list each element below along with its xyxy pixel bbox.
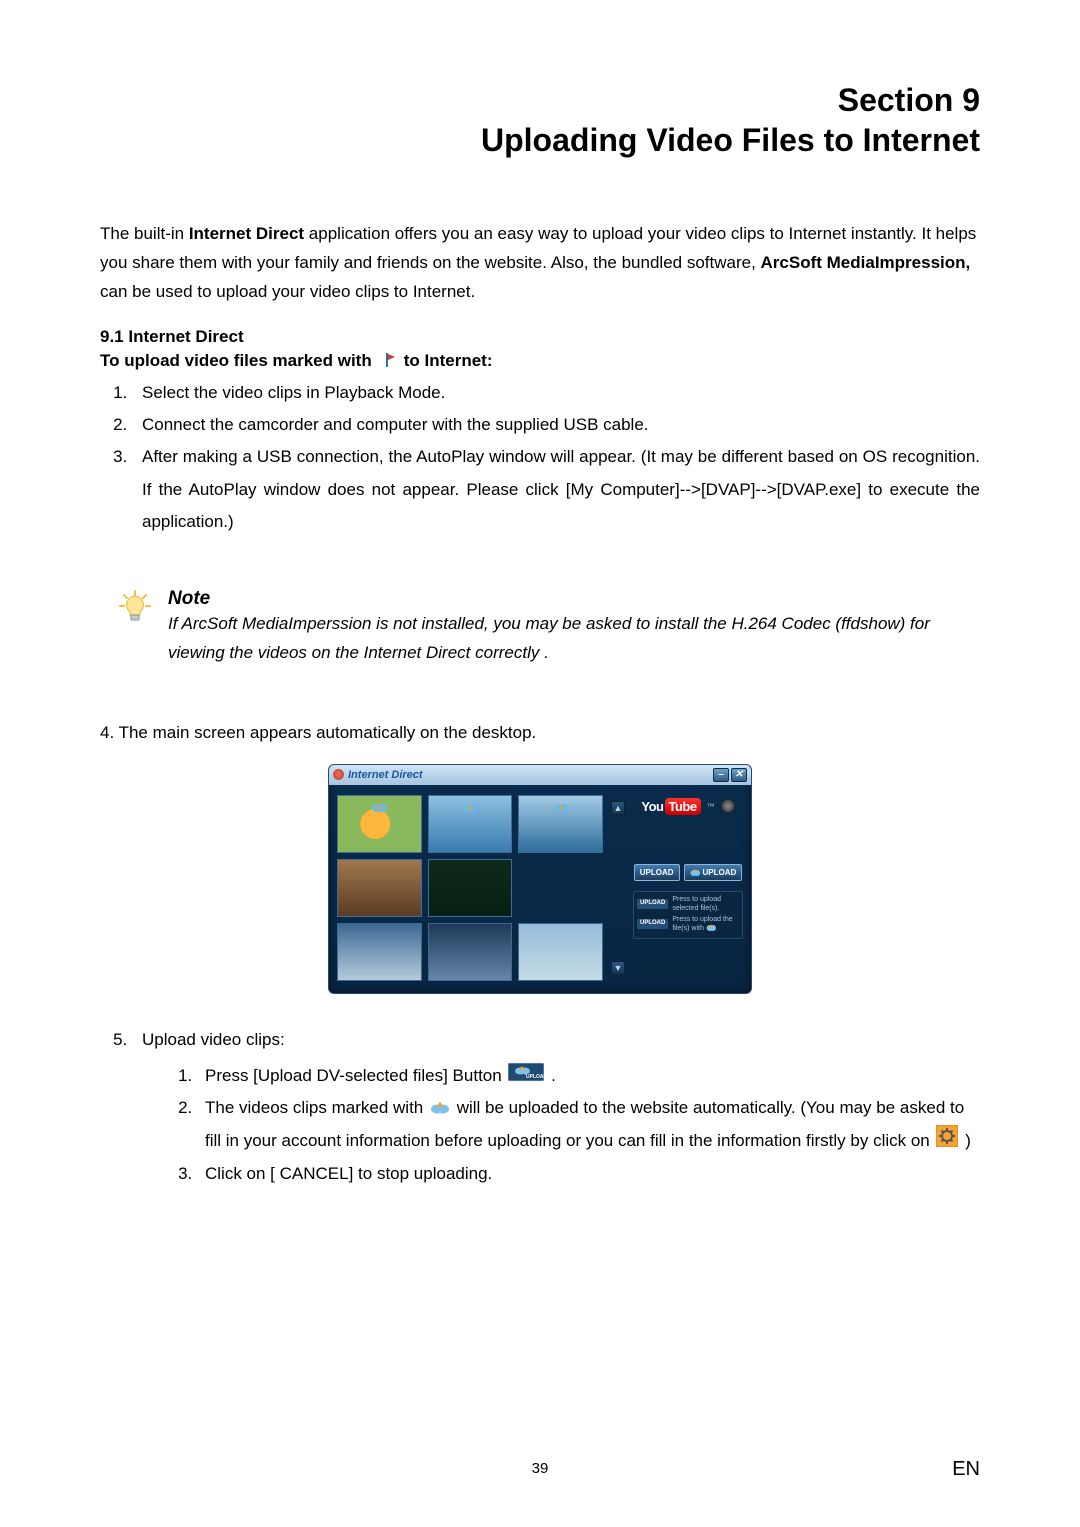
cloud-mark-icon <box>430 1093 450 1125</box>
close-icon[interactable]: ✕ <box>731 768 747 782</box>
mini-upload-dv-icon: UPLOAD <box>637 919 668 929</box>
hint-box: UPLOADPress to upload selected file(s). … <box>633 891 743 939</box>
steps-list-2: Upload video clips: Press [Upload DV-sel… <box>132 1024 980 1191</box>
minimize-icon[interactable]: – <box>713 768 729 782</box>
settings-inline-icon <box>936 1125 958 1158</box>
note-block: Note If ArcSoft MediaImperssion is not i… <box>118 588 980 668</box>
scroll-down-icon[interactable]: ▼ <box>611 961 625 975</box>
globe-icon <box>333 769 344 780</box>
section-title: Uploading Video Files to Internet <box>481 122 980 158</box>
thumb[interactable] <box>518 795 603 853</box>
section-label: Section 9 <box>838 82 980 118</box>
step-5: Upload video clips: Press [Upload DV-sel… <box>132 1024 980 1191</box>
thumb[interactable] <box>337 859 422 917</box>
flag-icon <box>380 351 396 371</box>
youtube-logo: YouTube ™ <box>633 799 743 814</box>
step-4: 4. The main screen appears automatically… <box>100 718 980 749</box>
scroll-up-icon[interactable]: ▲ <box>611 801 625 815</box>
thumb[interactable] <box>428 859 513 917</box>
upload-button[interactable]: UPLOAD <box>634 864 680 881</box>
substep-2: The videos clips marked with will be upl… <box>197 1092 980 1158</box>
cloud-icon <box>553 799 569 809</box>
brand-internet-direct: Internet Direct <box>189 224 304 243</box>
subsection-instruction: To upload video files marked with to Int… <box>100 351 980 371</box>
cloud-icon <box>462 799 478 809</box>
section-header: Section 9 Uploading Video Files to Inter… <box>100 80 980 160</box>
substep-3: Click on [ CANCEL] to stop uploading. <box>197 1158 980 1190</box>
page-number: 39 <box>0 1460 1080 1477</box>
step-2: Connect the camcorder and computer with … <box>132 409 980 441</box>
substep-1: Press [Upload DV-selected files] Button … <box>197 1060 980 1093</box>
intro-paragraph: The built-in Internet Direct application… <box>100 220 980 307</box>
substeps-list: Press [Upload DV-selected files] Button … <box>197 1060 980 1191</box>
app-title: Internet Direct <box>348 769 423 781</box>
brand-arcsoft: ArcSoft MediaImpression, <box>761 253 971 272</box>
step-1: Select the video clips in Playback Mode. <box>132 377 980 409</box>
cloud-icon <box>371 799 387 809</box>
thumb[interactable] <box>337 923 422 981</box>
thumb[interactable] <box>428 923 513 981</box>
app-titlebar: Internet Direct – ✕ <box>329 765 751 785</box>
subsection-title: 9.1 Internet Direct <box>100 327 980 347</box>
steps-list: Select the video clips in Playback Mode.… <box>132 377 980 538</box>
step-3: After making a USB connection, the AutoP… <box>132 441 980 538</box>
page-language: EN <box>952 1458 980 1481</box>
thumbnail-grid <box>337 795 603 981</box>
svg-text:UPLOAD: UPLOAD <box>526 1074 544 1080</box>
thumb[interactable] <box>337 795 422 853</box>
upload-dv-button[interactable]: UPLOAD <box>684 864 743 881</box>
gear-icon[interactable] <box>721 799 735 813</box>
cloud-upload-icon <box>690 868 700 876</box>
mini-upload-icon: UPLOAD <box>637 899 668 909</box>
lightbulb-icon <box>118 590 152 629</box>
note-body: If ArcSoft MediaImperssion is not instal… <box>168 610 980 668</box>
app-screenshot: Internet Direct – ✕ ▲ ▼ You <box>328 764 752 994</box>
upload-dv-inline-icon: UPLOAD <box>508 1060 544 1092</box>
thumb[interactable] <box>428 795 513 853</box>
thumb[interactable] <box>518 923 603 981</box>
note-title: Note <box>168 588 980 610</box>
